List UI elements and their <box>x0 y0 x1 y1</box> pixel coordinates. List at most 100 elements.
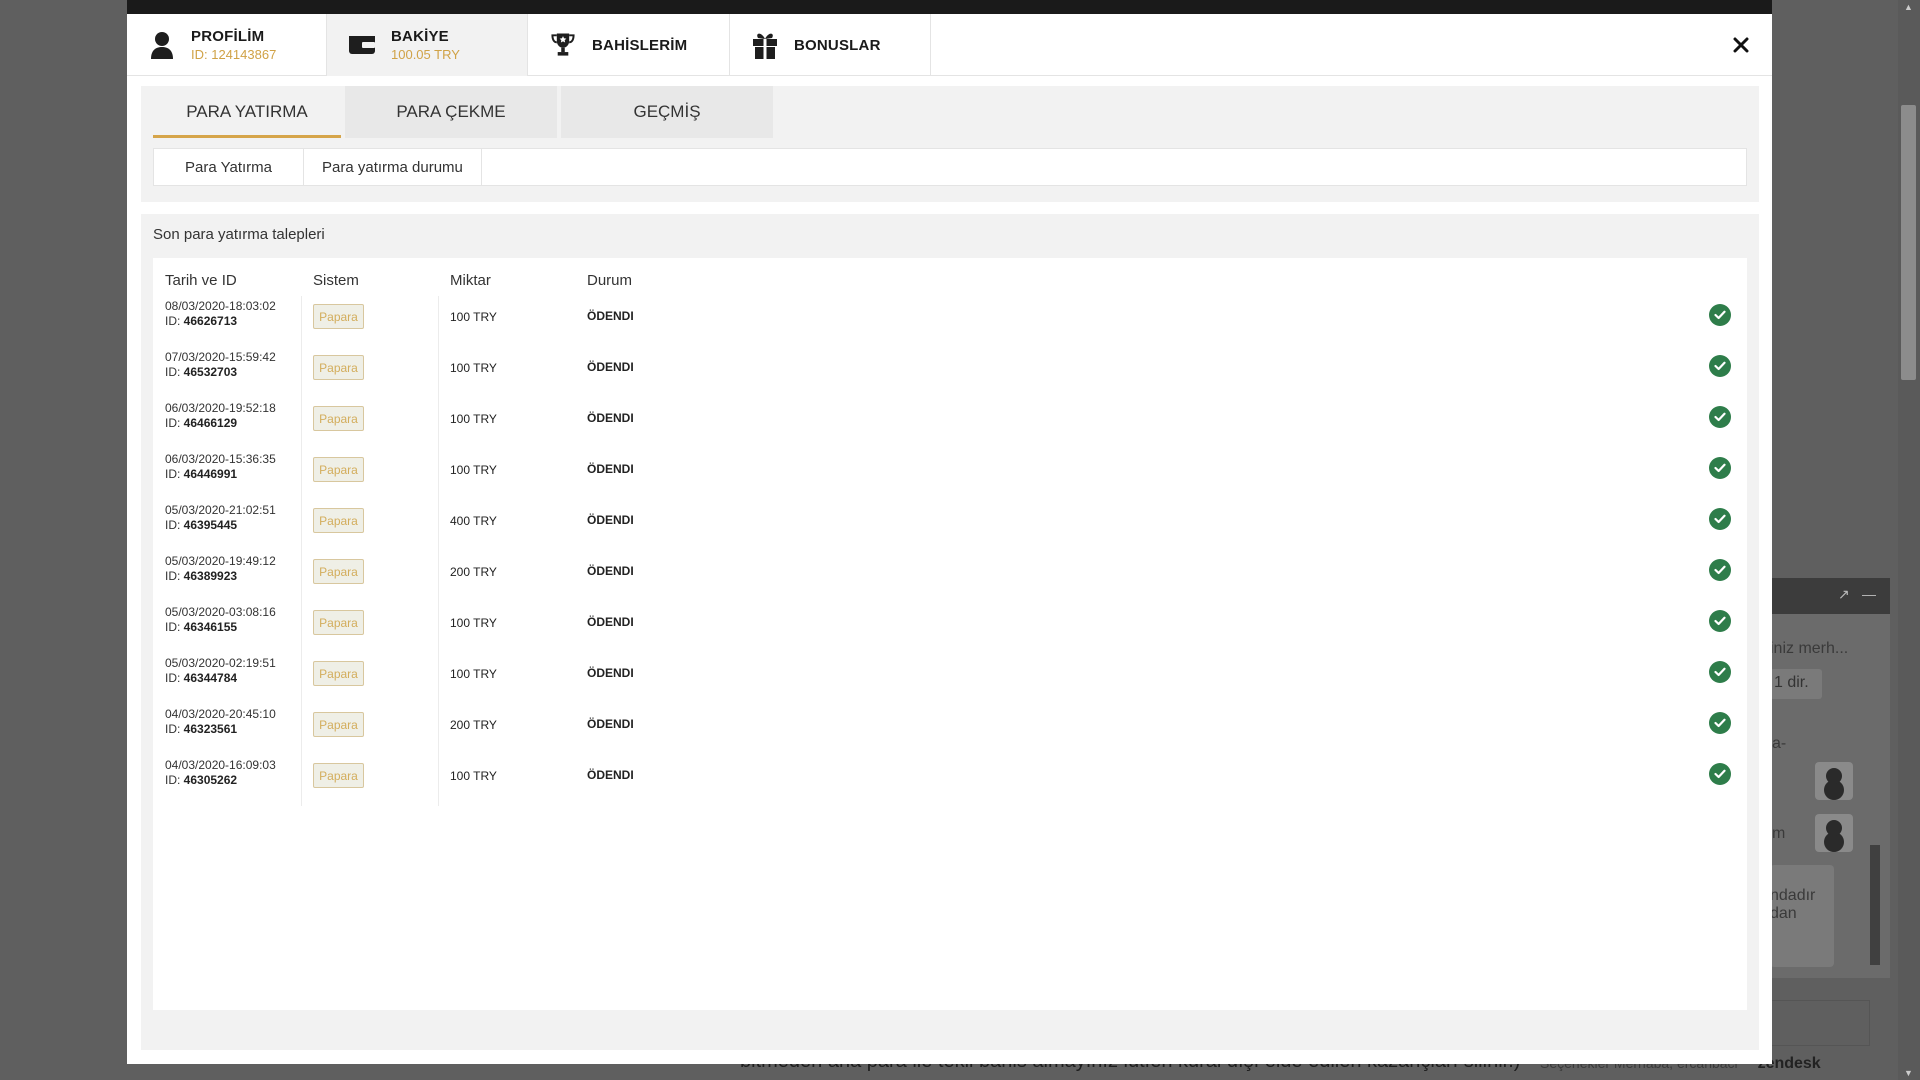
check-icon <box>1709 610 1731 632</box>
column-header: Sistem <box>313 272 359 289</box>
tab-profile[interactable]: PROFİLİM ID: 124143867 <box>127 14 327 76</box>
table-row: 06/03/2020-19:52:18 ID: 46466129 Papara 100… <box>153 398 1747 449</box>
pill-deposit-status[interactable]: Para yatırma durumu <box>304 149 482 185</box>
tab-profile-label: PROFİLİM <box>191 28 265 45</box>
row-status: ÖDENDI <box>587 309 634 323</box>
table-row: 05/03/2020-19:49:12 ID: 46389923 Papara 200… <box>153 551 1747 602</box>
column-divider <box>438 398 439 449</box>
column-divider <box>301 500 302 551</box>
column-divider <box>438 653 439 704</box>
column-divider <box>301 755 302 806</box>
table-row: 05/03/2020-21:02:51 ID: 46395445 Papara 400… <box>153 500 1747 551</box>
column-divider <box>301 296 302 347</box>
column-divider <box>301 347 302 398</box>
id-prefix: ID: <box>165 569 184 583</box>
scrollbar-thumb[interactable] <box>1901 105 1916 380</box>
column-header: Durum <box>587 272 633 289</box>
row-id-value: 46532703 <box>183 365 238 379</box>
check-icon <box>1709 355 1731 377</box>
row-amount: 400 TRY <box>450 514 497 528</box>
scroll-down-icon[interactable]: ▼ <box>1904 1068 1913 1078</box>
row-status: ÖDENDI <box>587 360 634 374</box>
background-chat-fragment: dan <box>1770 905 1797 922</box>
tab-deposit[interactable]: PARA YATIRMA <box>153 86 341 138</box>
popout-icon: ↗ <box>1838 586 1850 602</box>
row-amount: 100 TRY <box>450 412 497 426</box>
background-chat-input: iniz merh... <box>1770 640 1849 657</box>
check-icon <box>1709 559 1731 581</box>
row-status: ÖDENDI <box>587 666 634 680</box>
tab-history[interactable]: GEÇMİŞ <box>561 86 773 138</box>
subtab-bar: PARA YATIRMA PARA ÇEKME GEÇMİŞ <box>153 86 777 138</box>
row-status: ÖDENDI <box>587 513 634 527</box>
row-date: 08/03/2020-18:03:02 <box>165 299 276 313</box>
column-divider <box>438 704 439 755</box>
row-id-value: 46626713 <box>183 314 238 328</box>
background-chat-scrollbar <box>1868 670 1882 975</box>
user-icon <box>147 30 177 60</box>
row-date: 05/03/2020-19:49:12 <box>165 554 276 568</box>
id-prefix: ID: <box>165 773 184 787</box>
check-icon <box>1709 763 1731 785</box>
row-status: ÖDENDI <box>587 615 634 629</box>
account-modal: PROFİLİM ID: 124143867 BAKİYE 100.05 TRY… <box>127 14 1772 1064</box>
column-header: Tarih ve ID <box>165 272 237 289</box>
check-icon <box>1709 661 1731 683</box>
row-status: ÖDENDI <box>587 768 634 782</box>
row-date-cell: 05/03/2020-02:19:51 ID: 46344784 <box>165 656 295 686</box>
background-chat-header: ↗ — <box>1770 578 1890 614</box>
row-id: ID: 46446991 <box>165 467 295 482</box>
column-divider <box>438 296 439 347</box>
row-id: ID: 46532703 <box>165 365 295 380</box>
column-divider <box>301 551 302 602</box>
row-id: ID: 46466129 <box>165 416 295 431</box>
payment-system-badge: Papara <box>313 508 364 533</box>
modal-content: PARA YATIRMA PARA ÇEKME GEÇMİŞ Para Yatı… <box>141 86 1759 1050</box>
id-prefix: ID: <box>165 518 184 532</box>
row-id: ID: 46344784 <box>165 671 295 686</box>
column-header: Miktar <box>450 272 491 289</box>
table-row: 05/03/2020-02:19:51 ID: 46344784 Papara 100… <box>153 653 1747 704</box>
row-date-cell: 05/03/2020-19:49:12 ID: 46389923 <box>165 554 295 584</box>
row-id-value: 46323561 <box>183 722 238 736</box>
close-button[interactable] <box>1728 32 1754 58</box>
row-date: 05/03/2020-02:19:51 <box>165 656 276 670</box>
background-chat-bubble: ndadır dan <box>1770 865 1834 967</box>
pill-deposit[interactable]: Para Yatırma <box>154 149 304 185</box>
row-amount: 100 TRY <box>450 616 497 630</box>
payment-system-badge: Papara <box>313 712 364 737</box>
column-divider <box>438 347 439 398</box>
row-status: ÖDENDI <box>587 462 634 476</box>
row-id-value: 46344784 <box>183 671 238 685</box>
row-id-value: 46305262 <box>183 773 238 787</box>
tab-bonuses[interactable]: BONUSLAR <box>730 14 931 76</box>
tab-withdraw[interactable]: PARA ÇEKME <box>345 86 557 138</box>
tab-balance[interactable]: BAKİYE 100.05 TRY <box>327 14 528 76</box>
row-id: ID: 46346155 <box>165 620 295 635</box>
balance-amount: 100.05 TRY <box>391 47 460 62</box>
page-scrollbar[interactable]: ▲ ▼ <box>1898 0 1920 1080</box>
deposit-pill-bar: Para Yatırma Para yatırma durumu <box>153 148 1747 186</box>
id-prefix: ID: <box>165 365 184 379</box>
column-divider <box>301 704 302 755</box>
id-prefix: ID: <box>165 671 184 685</box>
row-amount: 100 TRY <box>450 667 497 681</box>
payment-system-badge: Papara <box>313 559 364 584</box>
row-date: 05/03/2020-03:08:16 <box>165 605 276 619</box>
close-icon <box>1733 37 1749 53</box>
avatar <box>1815 814 1853 852</box>
column-divider <box>301 398 302 449</box>
row-date: 04/03/2020-20:45:10 <box>165 707 276 721</box>
row-date-cell: 07/03/2020-15:59:42 ID: 46532703 <box>165 350 295 380</box>
scroll-up-icon[interactable]: ▲ <box>1904 2 1913 12</box>
background-chat-fragment: m <box>1772 825 1786 842</box>
row-id: ID: 46323561 <box>165 722 295 737</box>
row-id-value: 46466129 <box>183 416 238 430</box>
column-divider <box>301 602 302 653</box>
table-row: 05/03/2020-03:08:16 ID: 46346155 Papara 100… <box>153 602 1747 653</box>
tab-my-bets[interactable]: BAHİSLERİM <box>528 14 730 76</box>
row-status: ÖDENDI <box>587 564 634 578</box>
row-amount: 100 TRY <box>450 361 497 375</box>
table-row: 07/03/2020-15:59:42 ID: 46532703 Papara 100… <box>153 347 1747 398</box>
row-id: ID: 46305262 <box>165 773 295 788</box>
